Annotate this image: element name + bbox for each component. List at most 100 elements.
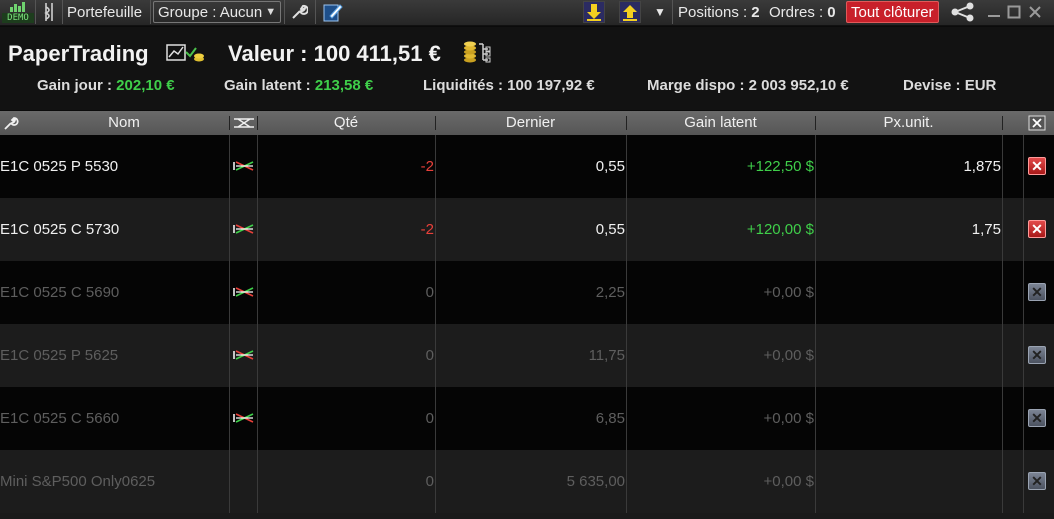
gain-latent-label: Gain latent : <box>224 77 311 94</box>
group-select[interactable]: Groupe : Aucun ▼ <box>153 1 282 23</box>
column-header-last[interactable]: Dernier <box>436 111 625 135</box>
position-name: E1C 0525 P 5625 <box>0 347 119 364</box>
positions-table: E1C 0525 P 5530 -2 0,55 +122,50 $ 1,875 … <box>0 135 1054 519</box>
strategy-icon[interactable] <box>233 222 255 236</box>
position-name: E1C 0525 C 5660 <box>0 410 120 427</box>
portfolio-label: Portefeuille <box>67 3 143 21</box>
column-divider <box>1002 135 1003 519</box>
position-last: 6,85 <box>595 410 625 427</box>
strategy-icon[interactable] <box>231 111 257 135</box>
coins-icon[interactable] <box>463 40 491 64</box>
position-gain: +120,00 $ <box>746 221 814 238</box>
chevron-down-icon[interactable]: ▼ <box>652 0 668 24</box>
position-gain: +122,50 $ <box>746 158 814 175</box>
currency: Devise : EUR <box>903 77 997 94</box>
delete-icon[interactable]: ✕ <box>1028 409 1046 427</box>
positions-value: 2 <box>751 3 760 21</box>
position-last: 0,55 <box>595 221 625 238</box>
orders-value: 0 <box>827 3 836 21</box>
table-row[interactable]: E1C 0525 P 5530 -2 0,55 +122,50 $ 1,875 … <box>0 135 1054 198</box>
column-divider <box>435 135 436 519</box>
table-row[interactable]: E1C 0525 P 5625 0 11,75 +0,00 $ ✕ <box>0 324 1054 387</box>
gain-day-value: 202,10 € <box>116 77 175 94</box>
position-unit-price <box>816 450 1001 513</box>
close-all-label: Tout clôturer <box>851 3 934 21</box>
gain-day-label: Gain jour : <box>37 77 112 94</box>
position-name: E1C 0525 C 5730 <box>0 221 120 238</box>
position-gain: +0,00 $ <box>763 410 814 427</box>
gain-latent-value: 213,58 € <box>314 77 374 94</box>
column-header-gain[interactable]: Gain latent <box>627 111 814 135</box>
position-unit-price: 1,75 <box>971 221 1001 238</box>
position-last: 2,25 <box>595 284 625 301</box>
chart-coins-icon[interactable] <box>166 42 206 64</box>
minimize-icon[interactable] <box>985 0 1003 24</box>
column-divider <box>626 135 627 519</box>
positions-table-header: Nom Qté Dernier Gain latent Px.unit. <box>0 111 1054 135</box>
orders-label: Ordres : <box>769 3 824 21</box>
position-gain: +0,00 $ <box>763 347 814 364</box>
chevron-down-icon: ▼ <box>265 6 277 18</box>
footer-strip <box>0 513 1054 519</box>
share-icon[interactable] <box>948 0 978 24</box>
strategy-icon[interactable] <box>233 285 255 299</box>
available-margin: Marge dispo : 2 003 952,10 € <box>647 77 849 94</box>
settings-icon[interactable] <box>2 111 20 135</box>
table-row[interactable]: E1C 0525 C 5660 0 6,85 +0,00 $ ✕ <box>0 387 1054 450</box>
column-header-name[interactable]: Nom <box>20 111 228 135</box>
strategy-icon[interactable] <box>233 348 255 362</box>
positions-count: Positions : 2 <box>678 0 760 24</box>
liquidity: Liquidités : 100 197,92 € <box>423 77 595 94</box>
table-row[interactable]: E1C 0525 C 5690 0 2,25 +0,00 $ ✕ <box>0 261 1054 324</box>
position-name: Mini S&P500 Only0625 <box>0 473 156 490</box>
table-row[interactable]: Mini S&P500 Only0625 0 5 635,00 +0,00 $ … <box>0 450 1054 513</box>
toolbar: DEMO Portefeuille Groupe : Aucun ▼ ▼ Pos… <box>0 0 1054 26</box>
portfolio-icon[interactable] <box>40 0 58 24</box>
delete-icon[interactable]: ✕ <box>1028 157 1046 175</box>
position-last: 5 635,00 <box>566 473 625 490</box>
gain-latent: Gain latent : 213,58 € <box>224 77 373 94</box>
delete-icon[interactable]: ✕ <box>1028 472 1046 490</box>
position-name: E1C 0525 P 5530 <box>0 158 119 175</box>
delete-icon[interactable]: ✕ <box>1028 346 1046 364</box>
position-qty: 0 <box>425 473 434 490</box>
demo-icon: DEMO <box>2 1 34 23</box>
position-last: 11,75 <box>588 347 625 364</box>
wrench-icon[interactable] <box>288 0 310 24</box>
position-qty: -2 <box>420 221 434 238</box>
position-qty: 0 <box>425 347 434 364</box>
position-last: 0,55 <box>595 158 625 175</box>
column-divider <box>229 135 230 519</box>
portfolio-button[interactable]: Portefeuille <box>67 0 142 24</box>
close-all-button[interactable]: Tout clôturer <box>846 1 939 23</box>
delete-all-icon[interactable] <box>1026 111 1048 135</box>
close-icon[interactable] <box>1026 0 1044 24</box>
gain-day: Gain jour : 202,10 € <box>37 77 175 94</box>
position-name: E1C 0525 C 5690 <box>0 284 120 301</box>
position-unit-price: 1,875 <box>963 158 1001 175</box>
column-header-unit-price[interactable]: Px.unit. <box>816 111 1001 135</box>
position-qty: 0 <box>425 410 434 427</box>
strategy-icon[interactable] <box>233 411 255 425</box>
account-name: PaperTrading <box>8 41 149 66</box>
arrow-up-icon[interactable] <box>619 1 641 23</box>
delete-icon[interactable]: ✕ <box>1028 283 1046 301</box>
delete-icon[interactable]: ✕ <box>1028 220 1046 238</box>
column-header-qty[interactable]: Qté <box>258 111 434 135</box>
group-select-label: Groupe : Aucun <box>158 3 263 21</box>
edit-icon[interactable] <box>320 0 346 24</box>
maximize-icon[interactable] <box>1005 0 1023 24</box>
arrow-down-icon[interactable] <box>583 1 605 23</box>
portfolio-value: Valeur : 100 411,51 € <box>228 41 441 66</box>
position-unit-price <box>816 324 1001 387</box>
table-row[interactable]: E1C 0525 C 5730 -2 0,55 +120,00 $ 1,75 ✕ <box>0 198 1054 261</box>
strategy-icon[interactable] <box>233 159 255 173</box>
column-divider <box>815 135 816 519</box>
position-gain: +0,00 $ <box>763 473 814 490</box>
position-gain: +0,00 $ <box>763 284 814 301</box>
orders-count: Ordres : 0 <box>769 0 836 24</box>
position-qty: 0 <box>425 284 434 301</box>
account-summary: PaperTrading Valeur : 100 411,51 € Gain … <box>0 27 1054 110</box>
demo-badge: DEMO <box>2 13 34 23</box>
column-divider <box>1023 135 1024 519</box>
